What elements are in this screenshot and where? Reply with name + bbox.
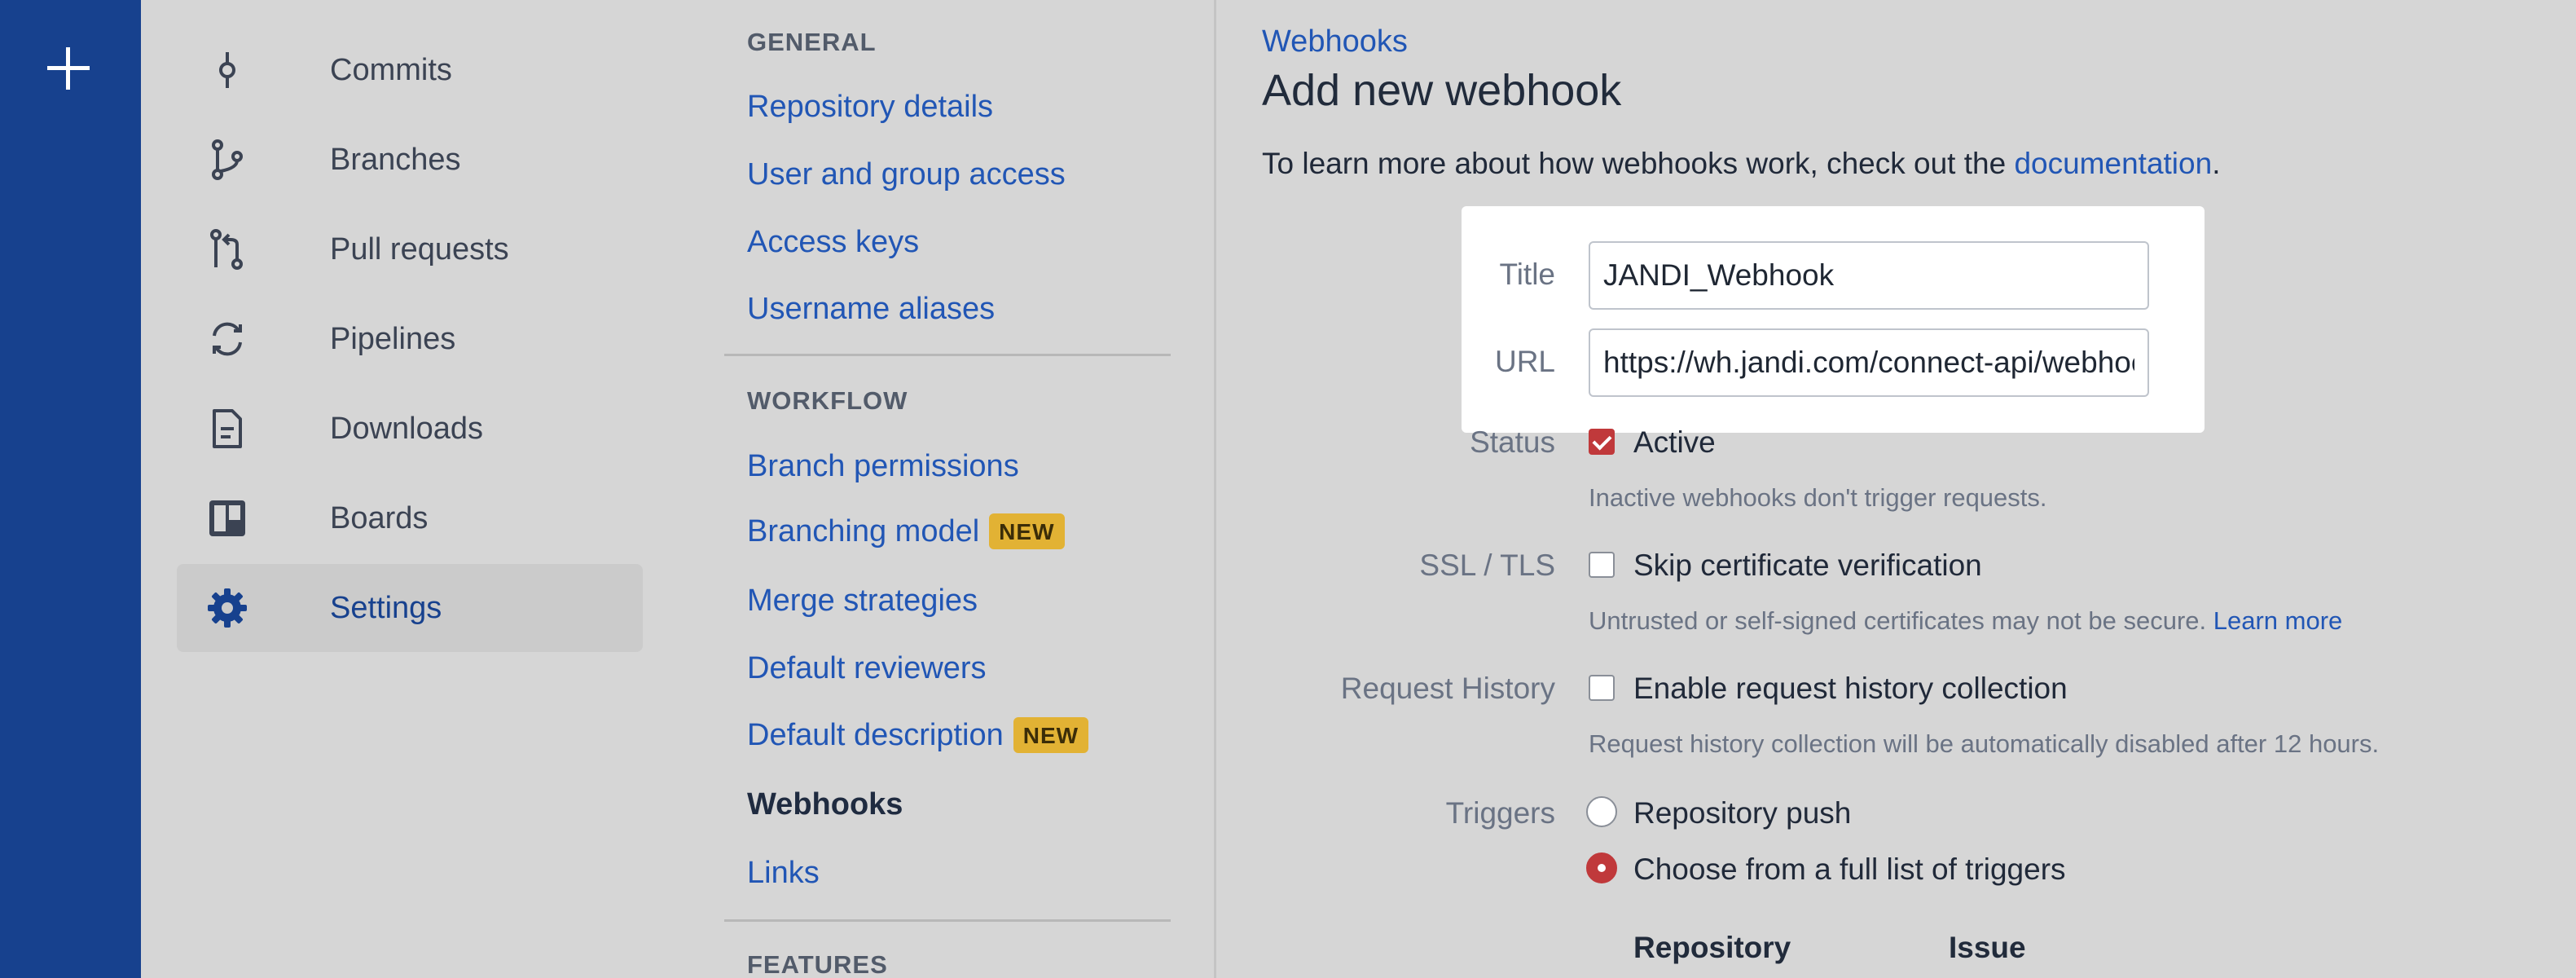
- intro-body: To learn more about how webhooks work, c…: [1262, 147, 2007, 180]
- sidebar-item-label: Boards: [330, 500, 429, 535]
- settings-link-default-reviewers[interactable]: Default reviewers: [747, 651, 987, 686]
- pipelines-icon: [213, 322, 242, 356]
- intro-text: To learn more about how webhooks work, c…: [1262, 147, 2220, 181]
- section-heading-features: FEATURES: [747, 950, 888, 978]
- request-history-checkbox[interactable]: [1589, 675, 1615, 701]
- status-help: Inactive webhooks don't trigger requests…: [1589, 483, 2047, 512]
- settings-link-branching-model[interactable]: Branching model NEW: [747, 513, 1065, 549]
- settings-link-webhooks[interactable]: Webhooks: [747, 787, 903, 822]
- sidebar-item-label: Settings: [330, 590, 442, 625]
- learn-more-link[interactable]: Learn more: [2213, 606, 2343, 635]
- repository-push-radio[interactable]: [1586, 796, 1617, 827]
- sidebar-item-downloads[interactable]: Downloads: [177, 385, 643, 473]
- divider: [724, 354, 1171, 356]
- sidebar-item-pull-requests[interactable]: Pull requests: [177, 205, 643, 293]
- settings-link-links[interactable]: Links: [747, 856, 820, 891]
- settings-link-access-keys[interactable]: Access keys: [747, 225, 919, 260]
- link-label: Branching model: [747, 513, 980, 548]
- repository-push-label: Repository push: [1633, 796, 1852, 830]
- board-icon: [209, 500, 245, 536]
- settings-link-branch-permissions[interactable]: Branch permissions: [747, 449, 1019, 484]
- link-label: Links: [747, 856, 820, 890]
- settings-link-user-group-access[interactable]: User and group access: [747, 157, 1066, 192]
- sidebar-item-branches[interactable]: Branches: [177, 116, 643, 204]
- sidebar-item-label: Commits: [330, 52, 452, 87]
- branch-icon: [212, 139, 243, 180]
- breadcrumb[interactable]: Webhooks: [1262, 24, 1408, 59]
- sidebar-item-label: Pull requests: [330, 231, 509, 267]
- new-badge: NEW: [989, 513, 1065, 549]
- global-nav: [0, 0, 141, 978]
- request-history-option-label: Enable request history collection: [1633, 672, 2068, 705]
- triggers-label: Triggers: [1445, 796, 1555, 830]
- section-heading-general: GENERAL: [747, 28, 877, 56]
- sidebar-item-settings[interactable]: Settings: [177, 564, 643, 652]
- url-input[interactable]: [1589, 328, 2149, 397]
- page-title: Add new webhook: [1262, 66, 1622, 115]
- settings-nav: GENERAL Repository details User and grou…: [680, 0, 1216, 978]
- section-heading-workflow: WORKFLOW: [747, 386, 908, 415]
- ssl-label: SSL / TLS: [1419, 548, 1555, 582]
- settings-link-repository-details[interactable]: Repository details: [747, 90, 993, 125]
- sidebar-item-label: Downloads: [330, 411, 483, 446]
- link-label: Webhooks: [747, 787, 903, 822]
- active-option-label: Active: [1633, 425, 1716, 459]
- sidebar-item-boards[interactable]: Boards: [177, 474, 643, 562]
- new-badge: NEW: [1013, 717, 1089, 753]
- settings-link-default-description[interactable]: Default description NEW: [747, 717, 1089, 753]
- link-label: Default description: [747, 717, 1004, 752]
- sidebar-item-commits[interactable]: Commits: [177, 26, 643, 114]
- sidebar-item-label: Pipelines: [330, 321, 456, 356]
- title-label: Title: [1499, 258, 1555, 291]
- link-label: Branch permissions: [747, 449, 1019, 483]
- settings-link-username-aliases[interactable]: Username aliases: [747, 292, 995, 327]
- link-label: Merge strategies: [747, 584, 978, 618]
- divider: [724, 919, 1171, 922]
- trigger-column-issue: Issue: [1949, 931, 2026, 964]
- status-label: Status: [1470, 425, 1555, 459]
- full-list-triggers-radio[interactable]: [1586, 852, 1617, 883]
- repo-sidebar: Commits Branches Pull requests Pipelines: [141, 0, 680, 978]
- sidebar-item-label: Branches: [330, 142, 461, 177]
- settings-link-merge-strategies[interactable]: Merge strategies: [747, 584, 978, 619]
- title-input[interactable]: [1589, 241, 2149, 310]
- plus-icon[interactable]: [42, 42, 95, 95]
- request-history-help: Request history collection will be autom…: [1589, 729, 2380, 758]
- active-checkbox[interactable]: [1589, 429, 1615, 455]
- commit-icon: [219, 52, 235, 88]
- intro-end: .: [2212, 147, 2221, 180]
- trigger-column-repository: Repository: [1633, 931, 1791, 964]
- sidebar-item-pipelines[interactable]: Pipelines: [177, 295, 643, 383]
- skip-certificate-checkbox[interactable]: [1589, 552, 1615, 578]
- request-history-label: Request History: [1340, 672, 1555, 705]
- documentation-link[interactable]: documentation: [2014, 147, 2212, 180]
- link-label: Default reviewers: [747, 651, 987, 685]
- url-label: URL: [1494, 345, 1555, 378]
- main-content: Webhooks Add new webhook To learn more a…: [1219, 0, 2576, 978]
- skip-certificate-label: Skip certificate verification: [1633, 548, 1982, 582]
- ssl-help-text: Untrusted or self-signed certificates ma…: [1589, 606, 2207, 635]
- highlighted-fields-card: [1462, 206, 2205, 433]
- full-list-triggers-label: Choose from a full list of triggers: [1633, 852, 2066, 886]
- ssl-help: Untrusted or self-signed certificates ma…: [1589, 606, 2342, 636]
- pull-request-icon: [210, 229, 243, 270]
- gear-icon: [208, 588, 247, 628]
- document-icon: [213, 409, 242, 448]
